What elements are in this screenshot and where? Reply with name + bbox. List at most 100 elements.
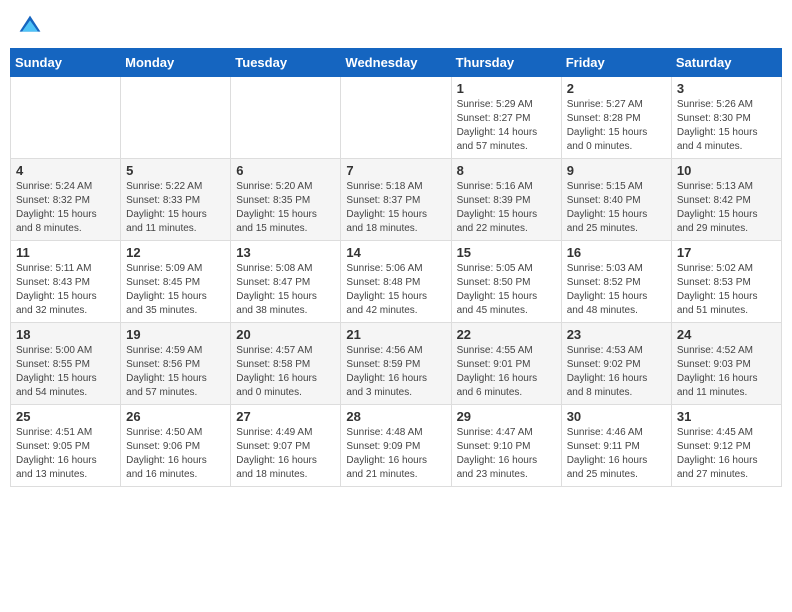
calendar-cell: 6 Sunrise: 5:20 AM Sunset: 8:35 PM Daylig… [231,159,341,241]
calendar-cell: 30 Sunrise: 4:46 AM Sunset: 9:11 PM Dayli… [561,405,671,487]
calendar-cell: 5 Sunrise: 5:22 AM Sunset: 8:33 PM Daylig… [121,159,231,241]
weekday-header-friday: Friday [561,49,671,77]
calendar-cell: 12 Sunrise: 5:09 AM Sunset: 8:45 PM Dayli… [121,241,231,323]
day-number: 4 [16,163,115,178]
calendar-cell: 28 Sunrise: 4:48 AM Sunset: 9:09 PM Dayli… [341,405,451,487]
day-info: Sunrise: 4:52 AM Sunset: 9:03 PM Dayligh… [677,344,776,400]
day-info: Sunrise: 4:45 AM Sunset: 9:12 PM Dayligh… [677,426,776,482]
day-info: Sunrise: 5:03 AM Sunset: 8:52 PM Dayligh… [567,262,666,318]
calendar-cell: 22 Sunrise: 4:55 AM Sunset: 9:01 PM Dayli… [451,323,561,405]
day-number: 11 [16,245,115,260]
day-info: Sunrise: 5:11 AM Sunset: 8:43 PM Dayligh… [16,262,115,318]
day-info: Sunrise: 5:06 AM Sunset: 8:48 PM Dayligh… [346,262,445,318]
day-number: 31 [677,409,776,424]
calendar-cell: 9Sunrise: 5:15 AM Sunset: 8:40 PM Daylig… [561,159,671,241]
calendar-cell: 1 Sunrise: 5:29 AM Sunset: 8:27 PM Daylig… [451,77,561,159]
day-info: Sunrise: 4:59 AM Sunset: 8:56 PM Dayligh… [126,344,225,400]
calendar-cell [121,77,231,159]
day-number: 8 [457,163,556,178]
day-info: Sunrise: 4:50 AM Sunset: 9:06 PM Dayligh… [126,426,225,482]
calendar-cell: 25 Sunrise: 4:51 AM Sunset: 9:05 PM Dayli… [11,405,121,487]
calendar-cell: 2 Sunrise: 5:27 AM Sunset: 8:28 PM Daylig… [561,77,671,159]
day-number: 30 [567,409,666,424]
day-info: Sunrise: 4:51 AM Sunset: 9:05 PM Dayligh… [16,426,115,482]
day-info: Sunrise: 5:13 AM Sunset: 8:42 PM Dayligh… [677,180,776,236]
day-info: Sunrise: 4:47 AM Sunset: 9:10 PM Dayligh… [457,426,556,482]
week-row-2: 4 Sunrise: 5:24 AM Sunset: 8:32 PM Daylig… [11,159,782,241]
day-number: 22 [457,327,556,342]
calendar-cell: 4 Sunrise: 5:24 AM Sunset: 8:32 PM Daylig… [11,159,121,241]
day-info: Sunrise: 4:48 AM Sunset: 9:09 PM Dayligh… [346,426,445,482]
day-info: Sunrise: 5:16 AM Sunset: 8:39 PM Dayligh… [457,180,556,236]
calendar-cell: 14Sunrise: 5:06 AM Sunset: 8:48 PM Dayli… [341,241,451,323]
calendar-cell: 26Sunrise: 4:50 AM Sunset: 9:06 PM Dayli… [121,405,231,487]
calendar-cell: 18 Sunrise: 5:00 AM Sunset: 8:55 PM Dayli… [11,323,121,405]
day-info: Sunrise: 5:29 AM Sunset: 8:27 PM Dayligh… [457,98,556,154]
calendar-cell: 8 Sunrise: 5:16 AM Sunset: 8:39 PM Daylig… [451,159,561,241]
calendar-cell: 7 Sunrise: 5:18 AM Sunset: 8:37 PM Daylig… [341,159,451,241]
day-info: Sunrise: 5:18 AM Sunset: 8:37 PM Dayligh… [346,180,445,236]
day-info: Sunrise: 5:27 AM Sunset: 8:28 PM Dayligh… [567,98,666,154]
calendar-cell: 11 Sunrise: 5:11 AM Sunset: 8:43 PM Dayli… [11,241,121,323]
day-info: Sunrise: 5:22 AM Sunset: 8:33 PM Dayligh… [126,180,225,236]
week-row-1: 1 Sunrise: 5:29 AM Sunset: 8:27 PM Daylig… [11,77,782,159]
calendar-cell: 29 Sunrise: 4:47 AM Sunset: 9:10 PM Dayli… [451,405,561,487]
day-number: 3 [677,81,776,96]
calendar-cell: 31 Sunrise: 4:45 AM Sunset: 9:12 PM Dayli… [671,405,781,487]
calendar-cell: 23 Sunrise: 4:53 AM Sunset: 9:02 PM Dayli… [561,323,671,405]
day-number: 24 [677,327,776,342]
day-number: 25 [16,409,115,424]
weekday-header-tuesday: Tuesday [231,49,341,77]
calendar-cell: 20 Sunrise: 4:57 AM Sunset: 8:58 PM Dayli… [231,323,341,405]
calendar-cell: 17 Sunrise: 5:02 AM Sunset: 8:53 PM Dayli… [671,241,781,323]
calendar-cell: 27 Sunrise: 4:49 AM Sunset: 9:07 PM Dayli… [231,405,341,487]
day-info: Sunrise: 4:55 AM Sunset: 9:01 PM Dayligh… [457,344,556,400]
day-number: 7 [346,163,445,178]
day-info: Sunrise: 5:02 AM Sunset: 8:53 PM Dayligh… [677,262,776,318]
calendar-cell: 3Sunrise: 5:26 AM Sunset: 8:30 PM Daylig… [671,77,781,159]
day-number: 1 [457,81,556,96]
calendar-cell: 21 Sunrise: 4:56 AM Sunset: 8:59 PM Dayli… [341,323,451,405]
weekday-header-wednesday: Wednesday [341,49,451,77]
calendar-cell [341,77,451,159]
day-info: Sunrise: 5:20 AM Sunset: 8:35 PM Dayligh… [236,180,335,236]
calendar-cell: 24 Sunrise: 4:52 AM Sunset: 9:03 PM Dayli… [671,323,781,405]
week-row-4: 18 Sunrise: 5:00 AM Sunset: 8:55 PM Dayli… [11,323,782,405]
day-number: 12 [126,245,225,260]
day-info: Sunrise: 4:49 AM Sunset: 9:07 PM Dayligh… [236,426,335,482]
day-info: Sunrise: 5:24 AM Sunset: 8:32 PM Dayligh… [16,180,115,236]
day-info: Sunrise: 5:05 AM Sunset: 8:50 PM Dayligh… [457,262,556,318]
day-info: Sunrise: 5:15 AM Sunset: 8:40 PM Dayligh… [567,180,666,236]
day-number: 18 [16,327,115,342]
week-row-5: 25 Sunrise: 4:51 AM Sunset: 9:05 PM Dayli… [11,405,782,487]
day-info: Sunrise: 5:09 AM Sunset: 8:45 PM Dayligh… [126,262,225,318]
day-info: Sunrise: 4:57 AM Sunset: 8:58 PM Dayligh… [236,344,335,400]
week-row-3: 11 Sunrise: 5:11 AM Sunset: 8:43 PM Dayli… [11,241,782,323]
day-number: 6 [236,163,335,178]
day-info: Sunrise: 4:56 AM Sunset: 8:59 PM Dayligh… [346,344,445,400]
weekday-header-sunday: Sunday [11,49,121,77]
calendar-cell: 19 Sunrise: 4:59 AM Sunset: 8:56 PM Dayli… [121,323,231,405]
day-number: 29 [457,409,556,424]
day-number: 23 [567,327,666,342]
day-number: 28 [346,409,445,424]
day-number: 10 [677,163,776,178]
day-number: 27 [236,409,335,424]
day-number: 5 [126,163,225,178]
calendar-cell: 13 Sunrise: 5:08 AM Sunset: 8:47 PM Dayli… [231,241,341,323]
day-number: 15 [457,245,556,260]
calendar-cell: 16Sunrise: 5:03 AM Sunset: 8:52 PM Dayli… [561,241,671,323]
day-number: 20 [236,327,335,342]
day-number: 2 [567,81,666,96]
calendar-cell: 10 Sunrise: 5:13 AM Sunset: 8:42 PM Dayli… [671,159,781,241]
weekday-header-saturday: Saturday [671,49,781,77]
day-number: 19 [126,327,225,342]
day-info: Sunrise: 4:46 AM Sunset: 9:11 PM Dayligh… [567,426,666,482]
day-number: 13 [236,245,335,260]
day-info: Sunrise: 4:53 AM Sunset: 9:02 PM Dayligh… [567,344,666,400]
day-number: 21 [346,327,445,342]
weekday-row: SundayMondayTuesdayWednesdayThursdayFrid… [11,49,782,77]
day-info: Sunrise: 5:00 AM Sunset: 8:55 PM Dayligh… [16,344,115,400]
day-number: 17 [677,245,776,260]
day-info: Sunrise: 5:08 AM Sunset: 8:47 PM Dayligh… [236,262,335,318]
